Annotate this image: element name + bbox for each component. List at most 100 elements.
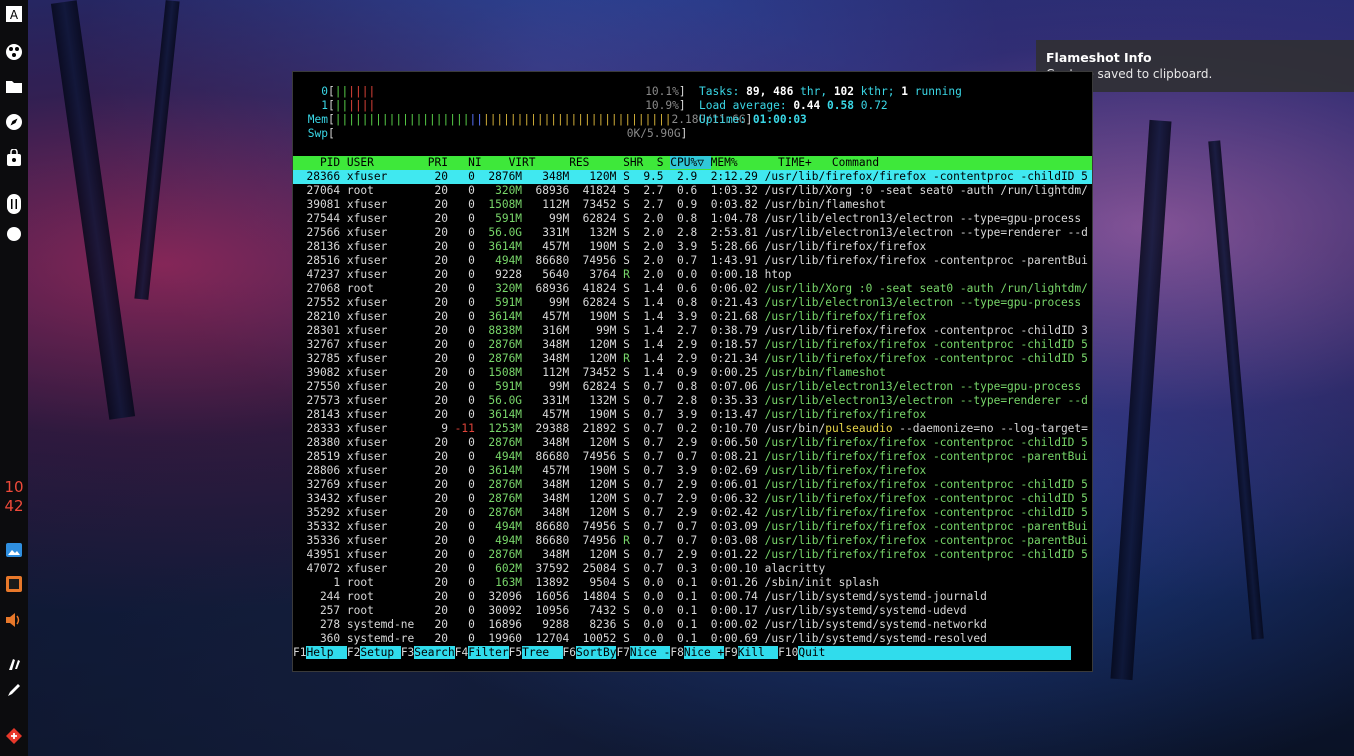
process-row[interactable]: 244 root 20 0 32096 16056 14804 S 0.0 0.… (293, 590, 1092, 604)
process-table-header[interactable]: PID USER PRI NI VIRT RES SHR S CPU%▽ MEM… (293, 156, 1092, 170)
fkey-f7-label[interactable]: Nice - (629, 646, 671, 659)
process-row[interactable]: 27068 root 20 0 320M 68936 41824 S 1.4 0… (293, 282, 1092, 296)
header-pid[interactable]: PID (293, 156, 347, 169)
process-row[interactable]: 28301 xfuser 20 0 8838M 316M 99M S 1.4 2… (293, 324, 1092, 338)
terminal-window[interactable]: 0[|||||| 10.1%] 1[|||||| 10.9%] Mem[||||||… (292, 71, 1093, 672)
cpu1-percent: 10.9% (645, 99, 679, 112)
fkey-f2: F2 (346, 646, 361, 659)
header-state[interactable]: S (650, 156, 670, 169)
process-row[interactable]: 28210 xfuser 20 0 3614M 457M 190M S 1.4 … (293, 310, 1092, 324)
fkey-f6-label[interactable]: SortBy (576, 646, 617, 659)
fkey-f5-label[interactable]: Tree (522, 646, 563, 659)
shr-cell: 190M (575, 310, 624, 323)
palette-icon[interactable] (0, 38, 28, 66)
pri-cell: 20 (420, 184, 455, 197)
process-row[interactable]: 27544 xfuser 20 0 591M 99M 62824 S 2.0 0… (293, 212, 1092, 226)
process-row[interactable]: 278 systemd-ne 20 0 16896 9288 8236 S 0.… (293, 618, 1092, 632)
fkey-f8-label[interactable]: Nice + (683, 646, 725, 659)
mem-cell: 0.7 (670, 534, 704, 547)
state-cell: S (623, 366, 637, 379)
process-row[interactable]: 33432 xfuser 20 0 2876M 348M 120M S 0.7 … (293, 492, 1092, 506)
header-shr[interactable]: SHR (596, 156, 650, 169)
volume-icon[interactable] (0, 606, 28, 634)
header-command[interactable]: Command (818, 156, 885, 169)
cpu-cell: 0.7 (636, 380, 671, 393)
process-row[interactable]: 35332 xfuser 20 0 494M 86680 74956 S 0.7… (293, 520, 1092, 534)
header-user[interactable]: USER (347, 156, 421, 169)
background-tree (1110, 119, 1172, 681)
cpu-cell: 0.7 (636, 506, 671, 519)
header-res[interactable]: RES (542, 156, 596, 169)
fkey-f10-label[interactable]: Quit (798, 646, 1072, 660)
pid-cell: 244 (293, 590, 347, 603)
process-row[interactable]: 27552 xfuser 20 0 591M 99M 62824 S 1.4 0… (293, 296, 1092, 310)
process-row[interactable]: 35336 xfuser 20 0 494M 86680 74956 R 0.7… (293, 534, 1092, 548)
process-row[interactable]: 257 root 20 0 30092 10956 7432 S 0.0 0.1… (293, 604, 1092, 618)
process-row[interactable]: 39081 xfuser 20 0 1508M 112M 73452 S 2.7… (293, 198, 1092, 212)
process-row[interactable]: 28516 xfuser 20 0 494M 86680 74956 S 2.0… (293, 254, 1092, 268)
header-cpu[interactable]: CPU%▽ (670, 156, 711, 169)
header-mem[interactable]: MEM% (711, 156, 745, 169)
process-row[interactable]: 28366 xfuser 20 0 2876M 348M 120M S 9.5 … (293, 170, 1092, 184)
pri-cell: 20 (420, 436, 455, 449)
pri-cell: 20 (420, 618, 455, 631)
process-row[interactable]: 32767 xfuser 20 0 2876M 348M 120M S 1.4 … (293, 338, 1092, 352)
shr-cell: 25084 (575, 562, 624, 575)
fkey-f2-label[interactable]: Setup (360, 646, 401, 659)
fkey-f9-label[interactable]: Kill (737, 646, 779, 659)
ni-cell: 0 (454, 534, 482, 547)
slider-icon[interactable] (0, 190, 28, 218)
virt-cell: 2876M (481, 352, 529, 365)
process-row[interactable]: 35292 xfuser 20 0 2876M 348M 120M S 0.7 … (293, 506, 1092, 520)
process-row[interactable]: 28806 xfuser 20 0 3614M 457M 190M S 0.7 … (293, 464, 1092, 478)
compass-icon[interactable] (0, 108, 28, 136)
header-ni[interactable]: NI (455, 156, 489, 169)
process-row[interactable]: 27550 xfuser 20 0 591M 99M 62824 S 0.7 0… (293, 380, 1092, 394)
res-cell: 10956 (528, 604, 576, 617)
process-row[interactable]: 27566 xfuser 20 0 56.0G 331M 132M S 2.0 … (293, 226, 1092, 240)
bag-icon[interactable] (0, 144, 28, 172)
header-time[interactable]: TIME+ (744, 156, 818, 169)
process-row[interactable]: 32769 xfuser 20 0 2876M 348M 120M S 0.7 … (293, 478, 1092, 492)
background-tree (134, 0, 180, 300)
process-row[interactable]: 28136 xfuser 20 0 3614M 457M 190M S 2.0 … (293, 240, 1092, 254)
network-icon[interactable] (0, 722, 28, 750)
pid-cell: 27550 (293, 380, 347, 393)
time-cell: 1:43.91 (703, 254, 765, 267)
process-row[interactable]: 32785 xfuser 20 0 2876M 348M 120M R 1.4 … (293, 352, 1092, 366)
process-row[interactable]: 27573 xfuser 20 0 56.0G 331M 132M S 0.7 … (293, 394, 1092, 408)
shr-cell: 120M (575, 352, 624, 365)
shr-cell: 62824 (575, 380, 624, 393)
header-pri[interactable]: PRI (421, 156, 455, 169)
process-row[interactable]: 28519 xfuser 20 0 494M 86680 74956 S 0.7… (293, 450, 1092, 464)
process-row[interactable]: 1 root 20 0 163M 13892 9504 S 0.0 0.1 0:… (293, 576, 1092, 590)
virt-cell: 1508M (481, 366, 529, 379)
cpu-cell: 0.7 (636, 548, 671, 561)
fkey-f3-label[interactable]: Search (414, 646, 455, 659)
mem-cell: 0.8 (670, 212, 704, 225)
folder-icon[interactable] (0, 72, 28, 100)
process-row[interactable]: 360 systemd-re 20 0 19960 12704 10052 S … (293, 632, 1092, 646)
pri-cell: 20 (420, 338, 455, 351)
font-icon[interactable]: A (0, 0, 28, 28)
process-row[interactable]: 47072 xfuser 20 0 602M 37592 25084 S 0.7… (293, 562, 1092, 576)
process-row[interactable]: 47237 xfuser 20 0 9228 5640 3764 R 2.0 0… (293, 268, 1092, 282)
process-row[interactable]: 43951 xfuser 20 0 2876M 348M 120M S 0.7 … (293, 548, 1092, 562)
command-cell: /usr/bin/ (764, 422, 826, 435)
fkey-f4-label[interactable]: Filter (468, 646, 509, 659)
image-icon[interactable] (0, 536, 28, 564)
process-row[interactable]: 28333 xfuser 9 -11 1253M 29388 21892 S 0… (293, 422, 1092, 436)
photos-icon[interactable] (0, 570, 28, 598)
brush-icon[interactable] (0, 650, 28, 678)
process-row[interactable]: 27064 root 20 0 320M 68936 41824 S 2.7 0… (293, 184, 1092, 198)
process-row[interactable]: 28143 xfuser 20 0 3614M 457M 190M S 0.7 … (293, 408, 1092, 422)
pid-cell: 39081 (293, 198, 347, 211)
pen-icon[interactable] (0, 676, 28, 704)
ni-cell: 0 (454, 198, 482, 211)
fkey-f1-label[interactable]: Help (306, 646, 347, 659)
header-virt[interactable]: VIRT (488, 156, 542, 169)
process-row[interactable]: 28380 xfuser 20 0 2876M 348M 120M S 0.7 … (293, 436, 1092, 450)
process-row[interactable]: 39082 xfuser 20 0 1508M 112M 73452 S 1.4… (293, 366, 1092, 380)
toggle-icon[interactable] (0, 220, 28, 248)
virt-cell: 591M (481, 296, 529, 309)
